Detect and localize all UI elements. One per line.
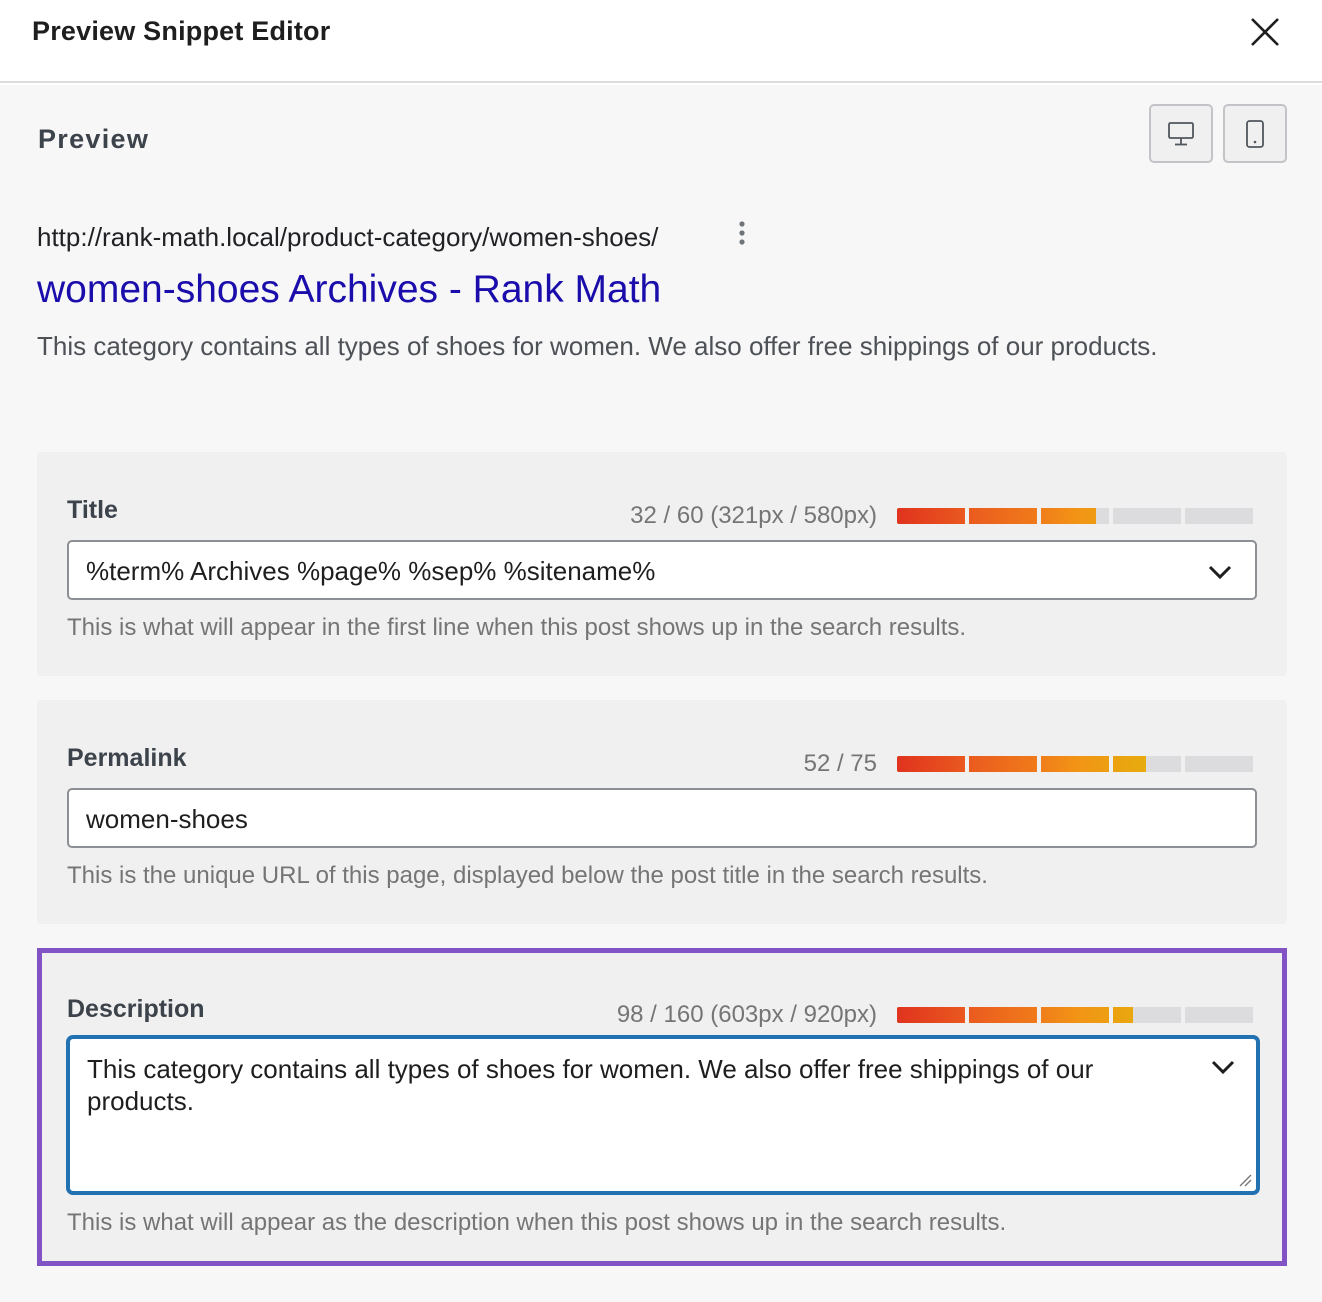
title-input[interactable]: %term% Archives %page% %sep% %sitename%: [67, 540, 1257, 600]
permalink-counter: 52 / 75: [803, 750, 877, 777]
description-field-card: Description 98 / 160 (603px / 920px) Thi…: [37, 948, 1287, 1266]
mobile-preview-button[interactable]: [1223, 104, 1287, 163]
title-label: Title: [67, 496, 118, 524]
permalink-help-text: This is the unique URL of this page, dis…: [67, 862, 988, 889]
desktop-preview-button[interactable]: [1149, 104, 1213, 163]
desktop-icon: [1168, 121, 1194, 145]
description-label: Description: [67, 995, 205, 1023]
permalink-label: Permalink: [67, 744, 187, 772]
more-vertical-icon: [739, 221, 745, 245]
title-counter: 32 / 60 (321px / 580px): [630, 502, 877, 529]
title-length-meter: [897, 508, 1257, 524]
serp-description: This category contains all types of shoe…: [37, 331, 1158, 361]
description-counter: 98 / 160 (603px / 920px): [616, 1001, 877, 1028]
permalink-input[interactable]: women-shoes: [67, 788, 1257, 848]
title-help-text: This is what will appear in the first li…: [67, 614, 967, 641]
chevron-down-icon[interactable]: [1205, 558, 1235, 586]
modal-header: Preview Snippet Editor: [0, 0, 1322, 83]
title-field-card: Title 32 / 60 (321px / 580px) %term% Arc…: [37, 452, 1287, 676]
modal-title: Preview Snippet Editor: [32, 16, 331, 46]
description-help-text: This is what will appear as the descript…: [67, 1209, 1007, 1236]
close-icon: [1251, 18, 1279, 46]
mobile-icon: [1246, 119, 1264, 148]
close-button[interactable]: [1240, 10, 1290, 56]
resize-handle-icon[interactable]: [1238, 1173, 1252, 1187]
title-input-value: %term% Archives %page% %sep% %sitename%: [86, 556, 656, 586]
serp-more-button[interactable]: [730, 218, 754, 250]
chevron-down-icon[interactable]: [1208, 1053, 1238, 1081]
preview-heading: Preview: [38, 124, 150, 154]
permalink-length-meter: [897, 756, 1257, 772]
permalink-field-card: Permalink 52 / 75 women-shoes This is th…: [37, 700, 1287, 924]
serp-url: http://rank-math.local/product-category/…: [37, 222, 659, 252]
description-length-meter: [897, 1007, 1257, 1023]
permalink-input-value: women-shoes: [86, 804, 248, 834]
description-textarea-value: This category contains all types of shoe…: [87, 1054, 1094, 1116]
description-textarea[interactable]: This category contains all types of shoe…: [67, 1036, 1259, 1194]
serp-title[interactable]: women-shoes Archives - Rank Math: [37, 268, 661, 312]
